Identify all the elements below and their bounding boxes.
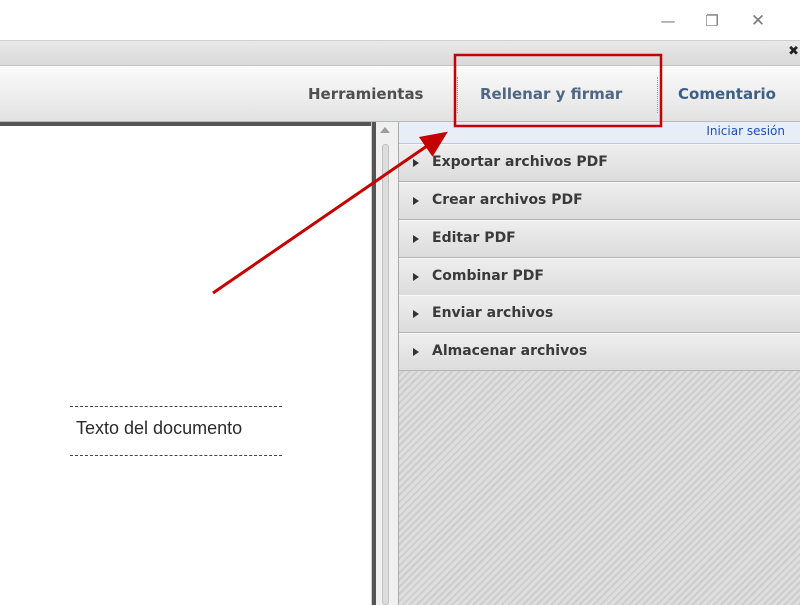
document-tab-strip: ✖ [0,40,800,66]
title-bar: — ❐ ✕ [0,0,800,40]
triangle-right-icon [413,348,419,356]
panel-label: Exportar archivos PDF [432,154,608,170]
close-icon[interactable]: ✕ [746,10,770,32]
panel-crear-archivos-pdf[interactable]: Crear archivos PDF [399,182,800,220]
tools-pane: Iniciar sesión Exportar archivos PDF Cre… [398,122,800,605]
panel-exportar-archivos-pdf[interactable]: Exportar archivos PDF [399,144,800,182]
close-document-icon[interactable]: ✖ [788,44,799,59]
maximize-icon[interactable]: ❐ [700,10,724,32]
dashed-rule-bottom [70,455,282,456]
page-edge [372,122,376,605]
tab-herramientas[interactable]: Herramientas [308,67,424,122]
panel-almacenar-archivos[interactable]: Almacenar archivos [399,333,800,371]
panel-label: Almacenar archivos [432,343,588,359]
toolbar-separator [457,77,458,113]
toolbar-separator [657,77,658,113]
scroll-up-icon[interactable] [380,127,390,133]
document-page: Texto del documento [0,122,371,605]
triangle-right-icon [413,235,419,243]
task-toolbar: Herramientas Rellenar y firmar Comentari… [0,67,800,122]
triangle-right-icon [413,310,419,318]
panel-label: Combinar PDF [432,268,544,284]
minimize-icon[interactable]: — [656,10,680,32]
triangle-right-icon [413,197,419,205]
panel-enviar-archivos[interactable]: Enviar archivos [399,295,800,333]
panel-label: Crear archivos PDF [432,192,583,208]
panel-label: Editar PDF [432,230,516,246]
panel-combinar-pdf[interactable]: Combinar PDF [399,258,800,296]
panel-label: Enviar archivos [432,305,554,321]
sign-in-link[interactable]: Iniciar sesión [706,124,785,138]
login-row: Iniciar sesión [399,122,800,144]
document-text: Texto del documento [76,418,243,438]
dashed-rule-top [70,406,282,407]
app-window: — ❐ ✕ ✖ Herramientas Rellenar y firmar C… [0,0,800,605]
tab-comentario[interactable]: Comentario [678,67,776,122]
triangle-right-icon [413,159,419,167]
triangle-right-icon [413,273,419,281]
panel-editar-pdf[interactable]: Editar PDF [399,220,800,258]
tab-rellenar-y-firmar[interactable]: Rellenar y firmar [480,67,622,122]
scrollbar-thumb[interactable] [382,144,389,605]
